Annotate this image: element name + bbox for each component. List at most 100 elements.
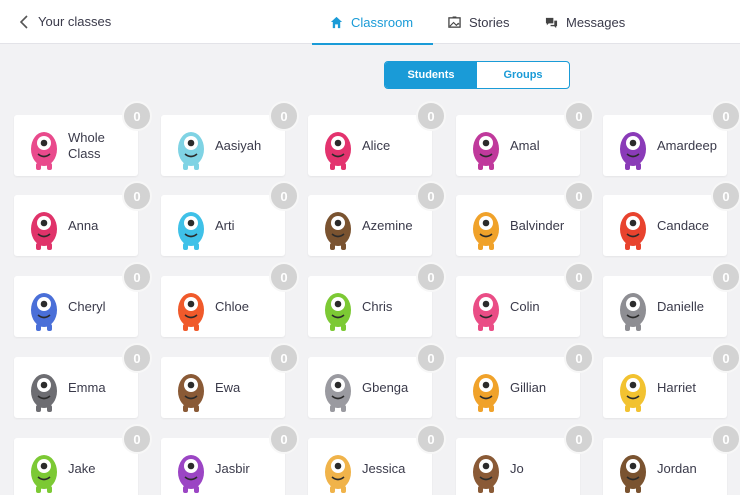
monster-avatar-icon — [325, 212, 351, 250]
monster-avatar-icon — [473, 455, 499, 493]
student-name: Jo — [510, 461, 524, 476]
student-name: Danielle — [657, 299, 704, 314]
student-card[interactable]: Jake 0 — [14, 424, 152, 495]
points-badge[interactable]: 0 — [269, 262, 299, 292]
students-groups-toggle: Students Groups — [384, 61, 570, 89]
monster-avatar-icon — [178, 132, 204, 170]
student-card[interactable]: Cheryl 0 — [14, 262, 152, 337]
points-badge[interactable]: 0 — [564, 181, 594, 211]
student-name: Chloe — [215, 299, 249, 314]
student-name: Cheryl — [68, 299, 106, 314]
whole-class-card[interactable]: Whole Class 0 — [14, 101, 152, 176]
points-badge[interactable]: 0 — [711, 343, 740, 373]
monster-avatar-icon — [31, 212, 57, 250]
student-card[interactable]: Amardeep 0 — [603, 101, 740, 176]
points-badge[interactable]: 0 — [416, 343, 446, 373]
student-card[interactable]: Amal 0 — [456, 101, 594, 176]
image-icon — [448, 15, 461, 28]
student-card[interactable]: Jasbir 0 — [161, 424, 299, 495]
points-badge[interactable]: 0 — [711, 101, 740, 131]
monster-avatar-icon — [178, 455, 204, 493]
points-badge[interactable]: 0 — [122, 262, 152, 292]
student-card[interactable]: Balvinder 0 — [456, 181, 594, 256]
students-toggle-button[interactable]: Students — [385, 62, 477, 88]
monster-avatar-icon — [620, 132, 646, 170]
tab-stories[interactable]: Stories — [448, 0, 509, 44]
student-name: Arti — [215, 218, 235, 233]
student-name: Balvinder — [510, 218, 565, 233]
points-badge[interactable]: 0 — [416, 101, 446, 131]
monster-avatar-icon — [473, 212, 499, 250]
student-name: Alice — [362, 138, 391, 153]
tab-classroom-label: Classroom — [351, 14, 414, 30]
points-badge[interactable]: 0 — [564, 424, 594, 454]
student-card[interactable]: Chris 0 — [308, 262, 446, 337]
points-badge[interactable]: 0 — [122, 424, 152, 454]
student-card[interactable]: Jordan 0 — [603, 424, 740, 495]
points-badge[interactable]: 0 — [564, 262, 594, 292]
student-name: Jasbir — [215, 461, 250, 476]
student-card[interactable]: Colin 0 — [456, 262, 594, 337]
monster-avatar-icon — [325, 374, 351, 412]
points-badge[interactable]: 0 — [122, 101, 152, 131]
student-card[interactable]: Jessica 0 — [308, 424, 446, 495]
tab-messages[interactable]: Messages — [545, 0, 625, 44]
student-card[interactable]: Anna 0 — [14, 181, 152, 256]
student-card[interactable]: Chloe 0 — [161, 262, 299, 337]
monster-avatar-icon — [325, 132, 351, 170]
monster-avatar-icon — [178, 374, 204, 412]
tab-stories-label: Stories — [469, 14, 510, 30]
back-button[interactable]: Your classes — [20, 14, 111, 29]
groups-toggle-button[interactable]: Groups — [477, 62, 569, 88]
points-badge[interactable]: 0 — [416, 424, 446, 454]
student-card[interactable]: Danielle 0 — [603, 262, 740, 337]
monster-avatar-icon — [325, 455, 351, 493]
student-card[interactable]: Ewa 0 — [161, 343, 299, 418]
student-card[interactable]: Gillian 0 — [456, 343, 594, 418]
points-badge[interactable]: 0 — [122, 181, 152, 211]
points-badge[interactable]: 0 — [122, 343, 152, 373]
student-name: Whole Class — [68, 130, 105, 161]
monster-avatar-icon — [178, 293, 204, 331]
student-card[interactable]: Harriet 0 — [603, 343, 740, 418]
points-badge[interactable]: 0 — [711, 424, 740, 454]
monster-avatar-icon — [178, 212, 204, 250]
student-card[interactable]: Aasiyah 0 — [161, 101, 299, 176]
student-name: Gillian — [510, 380, 547, 395]
student-card[interactable]: Azemine 0 — [308, 181, 446, 256]
points-badge[interactable]: 0 — [416, 262, 446, 292]
monster-avatar-icon — [31, 293, 57, 331]
tab-classroom[interactable]: Classroom — [311, 0, 434, 45]
student-name: Aasiyah — [215, 138, 262, 153]
points-badge[interactable]: 0 — [711, 181, 740, 211]
home-icon — [330, 16, 343, 28]
points-badge[interactable]: 0 — [269, 343, 299, 373]
student-card[interactable]: Jo 0 — [456, 424, 594, 495]
student-name: Azemine — [362, 218, 413, 233]
points-badge[interactable]: 0 — [711, 262, 740, 292]
student-name: Gbenga — [362, 380, 409, 395]
student-card[interactable]: Alice 0 — [308, 101, 446, 176]
student-name: Colin — [510, 299, 540, 314]
monster-avatar-icon — [473, 374, 499, 412]
points-badge[interactable]: 0 — [416, 181, 446, 211]
student-card[interactable]: Candace 0 — [603, 181, 740, 256]
points-badge[interactable]: 0 — [269, 424, 299, 454]
student-card[interactable]: Arti 0 — [161, 181, 299, 256]
student-card[interactable]: Emma 0 — [14, 343, 152, 418]
student-name: Jake — [68, 461, 96, 476]
monster-avatar-icon — [473, 293, 499, 331]
monster-avatar-icon — [325, 293, 351, 331]
points-badge[interactable]: 0 — [564, 101, 594, 131]
monster-avatar-icon — [620, 212, 646, 250]
points-badge[interactable]: 0 — [564, 343, 594, 373]
top-bar: Your classes Classroom Stories Messages — [0, 0, 740, 45]
monster-avatar-icon — [31, 132, 57, 170]
tab-messages-label: Messages — [566, 14, 626, 30]
student-card[interactable]: Gbenga 0 — [308, 343, 446, 418]
student-name: Emma — [68, 380, 106, 395]
chevron-left-icon — [20, 14, 28, 29]
points-badge[interactable]: 0 — [269, 101, 299, 131]
points-badge[interactable]: 0 — [269, 181, 299, 211]
student-name: Candace — [657, 218, 710, 233]
